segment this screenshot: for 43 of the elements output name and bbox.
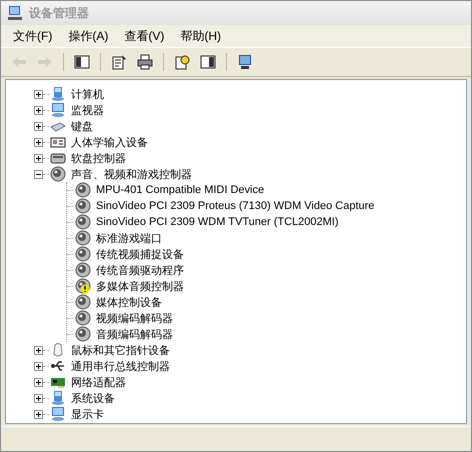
menu-item[interactable]: 文件(F) [7, 26, 58, 46]
expand-icon[interactable] [34, 106, 43, 114]
tree-item[interactable]: 键盘 [70, 118, 94, 134]
expand-icon[interactable] [34, 410, 43, 418]
collapse-icon[interactable] [34, 170, 43, 178]
monitor-icon [50, 406, 66, 422]
tree-item[interactable]: 人体学输入设备 [70, 134, 149, 150]
monitor-icon [50, 102, 66, 118]
tree-item[interactable]: 显示卡 [70, 406, 105, 422]
computer-icon [50, 390, 66, 406]
tree-item[interactable]: 监视器 [70, 102, 105, 118]
tree-item[interactable]: 多媒体音频控制器 [95, 278, 185, 294]
expand-icon[interactable] [34, 394, 43, 402]
tree-item[interactable]: 标准游戏端口 [95, 230, 163, 246]
tree-item[interactable]: 媒体控制设备 [95, 294, 163, 310]
expand-icon[interactable] [34, 154, 43, 162]
tree-item[interactable]: 传统视频捕捉设备 [95, 246, 185, 262]
expand-icon[interactable] [34, 362, 43, 370]
computer-icon [7, 5, 23, 21]
expand-icon[interactable] [34, 138, 43, 146]
tree-item[interactable]: 网络适配器 [70, 374, 127, 390]
expand-icon[interactable] [34, 90, 43, 98]
expand-icon[interactable] [34, 122, 43, 130]
tree-item[interactable]: SinoVideo PCI 2309 Proteus (7130) WDM Video Capture [95, 200, 376, 212]
tree-item[interactable]: 传统音频驱动程序 [95, 262, 185, 278]
menu-item[interactable]: 帮助(H) [174, 26, 227, 46]
tree-item[interactable]: 计算机 [70, 86, 105, 102]
tree-item[interactable]: MPU-401 Compatible MIDI Device [95, 184, 266, 196]
menu-item[interactable]: 操作(A) [62, 26, 114, 46]
tree-item[interactable]: 声音、视频和游戏控制器 [70, 166, 193, 182]
tree-item[interactable]: 软盘控制器 [70, 150, 127, 166]
computer-icon [50, 86, 66, 102]
tree-item[interactable]: 视频编码解码器 [95, 310, 174, 326]
tree-item[interactable]: 音频编码解码器 [95, 326, 174, 342]
tree-item[interactable]: 鼠标和其它指针设备 [70, 342, 171, 358]
tree-item[interactable]: 系统设备 [70, 390, 116, 406]
window-title: 设备管理器 [29, 4, 89, 22]
tree-item[interactable]: 通用串行总线控制器 [70, 358, 171, 374]
speaker-icon [50, 166, 66, 182]
menu-item[interactable]: 查看(V) [118, 26, 170, 46]
tree-item[interactable]: SinoVideo PCI 2309 WDM TVTuner (TCL2002MI) [95, 216, 340, 228]
expand-icon[interactable] [34, 346, 43, 354]
expand-icon[interactable] [34, 378, 43, 386]
